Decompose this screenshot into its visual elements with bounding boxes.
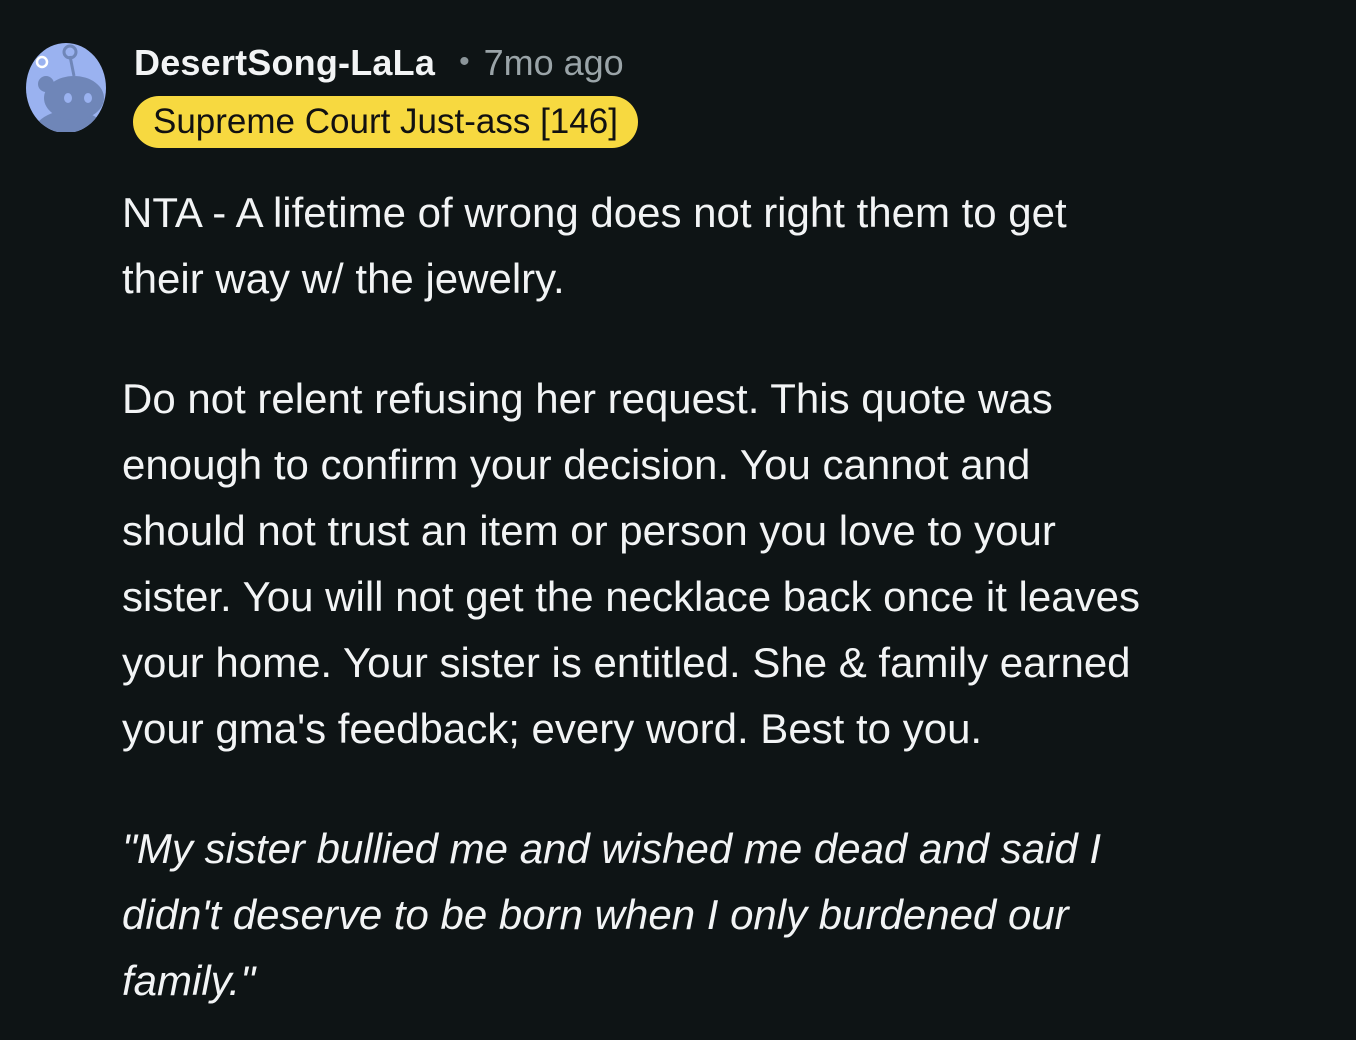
separator-dot: • — [459, 45, 470, 78]
timestamp[interactable]: 7mo ago — [484, 42, 624, 84]
reddit-snoo-avatar-icon[interactable] — [26, 28, 106, 132]
quoted-paragraph: "My sister bullied me and wished me dead… — [122, 825, 1102, 1004]
comment: DesertSong-LaLa • 7mo ago Supreme Court … — [0, 0, 1356, 1040]
comment-paragraph: NTA - A lifetime of wrong does not right… — [122, 189, 1067, 302]
user-flair-badge: Supreme Court Just-ass [146] — [133, 96, 638, 148]
comment-header: DesertSong-LaLa • 7mo ago — [134, 38, 624, 88]
username-link[interactable]: DesertSong-LaLa — [134, 42, 435, 84]
comment-body: NTA - A lifetime of wrong does not right… — [122, 180, 1332, 1014]
comment-paragraph: Do not relent refusing her request. This… — [122, 375, 1140, 752]
